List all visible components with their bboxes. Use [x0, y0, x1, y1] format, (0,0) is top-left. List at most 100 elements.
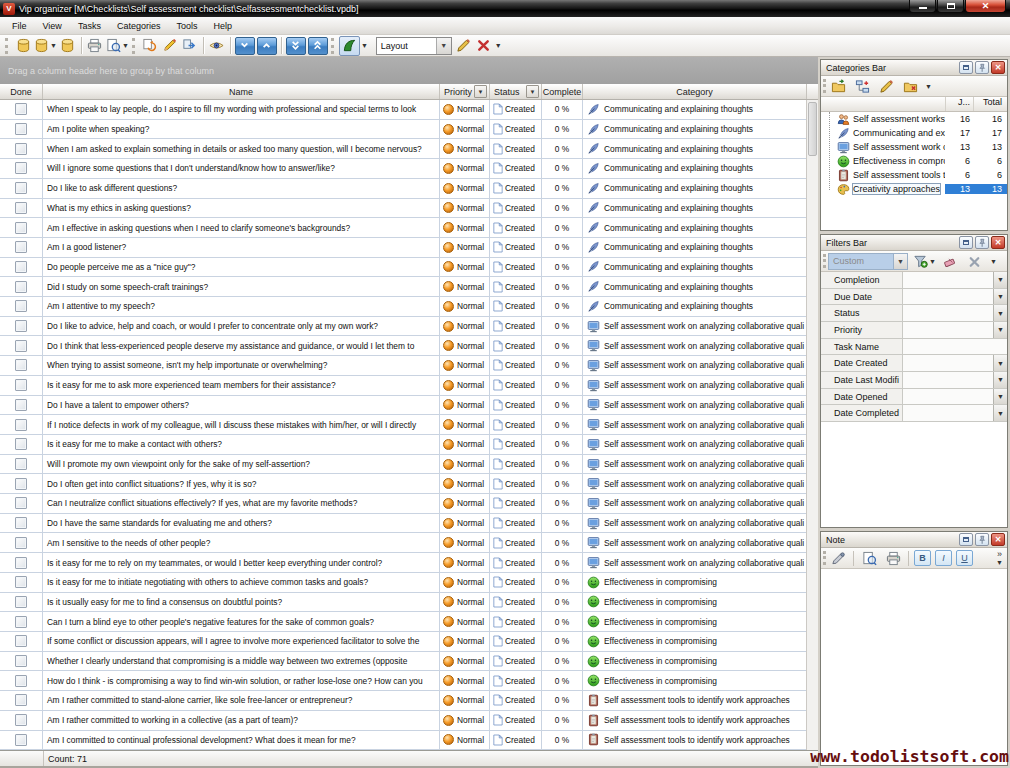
filters-toolbar-overflow[interactable]: ▼	[990, 258, 997, 265]
done-checkbox[interactable]	[15, 103, 27, 115]
clear-filter-button[interactable]	[941, 252, 961, 270]
table-row[interactable]: Am I polite when speaking?NormalCreated0…	[0, 120, 806, 140]
table-row[interactable]: Is it usually easy for me to find a cons…	[0, 593, 806, 613]
category-tree-item[interactable]: Creativity approaches1313	[821, 182, 1007, 196]
column-total[interactable]: Total	[973, 97, 1007, 111]
column-header-complete[interactable]: Complete	[542, 84, 583, 99]
done-checkbox[interactable]	[15, 419, 27, 431]
table-row[interactable]: Do I think that less-experienced people …	[0, 336, 806, 356]
edit-category-button[interactable]	[876, 77, 896, 95]
recurrence-button[interactable]	[140, 36, 160, 56]
highlighter-dropdown[interactable]: ▼	[361, 42, 368, 49]
panel-close-button[interactable]: ✕	[991, 236, 1005, 249]
table-row[interactable]: Is it easy for me to initiate negotiatin…	[0, 573, 806, 593]
panel-pin-button[interactable]	[975, 533, 989, 546]
table-row[interactable]: If some conflict or discussion appears, …	[0, 632, 806, 652]
done-checkbox[interactable]	[15, 596, 27, 608]
table-row[interactable]: Do I like to ask different questions?Nor…	[0, 179, 806, 199]
table-row[interactable]: Is it easy for me to rely on my teammate…	[0, 553, 806, 573]
view-button[interactable]	[207, 36, 227, 56]
done-checkbox[interactable]	[15, 202, 27, 214]
table-row[interactable]: Am I sensitive to the needs of other peo…	[0, 533, 806, 553]
panel-restore-button[interactable]	[959, 61, 973, 74]
new-database-button[interactable]	[13, 36, 33, 56]
done-checkbox[interactable]	[15, 359, 27, 371]
save-database-button[interactable]	[58, 36, 78, 56]
delete-layout-button[interactable]	[474, 36, 494, 56]
table-row[interactable]: What is my ethics in asking questions?No…	[0, 199, 806, 219]
column-header-name[interactable]: Name	[43, 84, 440, 99]
table-row[interactable]: Did I study on some speech-craft trainin…	[0, 277, 806, 297]
table-row[interactable]: When I speak to lay people, do I aspire …	[0, 100, 806, 120]
table-scrollbar[interactable]	[806, 100, 818, 750]
open-database-button[interactable]: ▼	[33, 36, 58, 56]
categories-toolbar-overflow[interactable]: ▼	[925, 83, 932, 90]
filter-value[interactable]	[903, 355, 993, 371]
table-row[interactable]: When trying to assist someone, isn't my …	[0, 356, 806, 376]
filter-dropdown[interactable]: ▼	[993, 372, 1007, 388]
filter-value[interactable]	[903, 305, 993, 321]
done-checkbox[interactable]	[15, 537, 27, 549]
done-checkbox[interactable]	[15, 143, 27, 155]
done-checkbox[interactable]	[15, 635, 27, 647]
filter-dropdown[interactable]: ▼	[993, 389, 1007, 405]
remove-filter-button[interactable]	[965, 252, 985, 270]
table-row[interactable]: Do I have a talent to empower others?Nor…	[0, 396, 806, 416]
edit-layout-button[interactable]	[454, 36, 474, 56]
done-checkbox[interactable]	[15, 399, 27, 411]
scrollbar-thumb[interactable]	[808, 102, 817, 156]
table-row[interactable]: Do people perceive me as a "nice guy"?No…	[0, 258, 806, 278]
panel-close-button[interactable]: ✕	[991, 61, 1005, 74]
done-checkbox[interactable]	[15, 222, 27, 234]
table-row[interactable]: Am I rather committed to working in a co…	[0, 711, 806, 731]
table-row[interactable]: Will I promote my own viewpoint only for…	[0, 455, 806, 475]
filter-value[interactable]	[903, 372, 993, 388]
apply-filter-button[interactable]: ▼	[912, 252, 937, 270]
print-preview-button[interactable]: ▼	[105, 36, 130, 56]
table-row[interactable]: Can I neutralize conflict situations eff…	[0, 494, 806, 514]
done-checkbox[interactable]	[15, 123, 27, 135]
table-row[interactable]: Whether I clearly understand that compro…	[0, 652, 806, 672]
toolbar-overflow[interactable]: ▼	[495, 42, 502, 49]
menu-view[interactable]: View	[35, 19, 70, 33]
move-bottom-button[interactable]	[286, 37, 306, 55]
done-checkbox[interactable]	[15, 438, 27, 450]
edit-task-button[interactable]	[160, 36, 180, 56]
column-header-priority[interactable]: Priority▼	[440, 84, 490, 99]
filter-dropdown[interactable]: ▼	[993, 405, 1007, 421]
table-row[interactable]: How do I think - is compromising a way t…	[0, 671, 806, 691]
done-checkbox[interactable]	[15, 557, 27, 569]
category-tree-item[interactable]: Effectiveness in compro66	[821, 154, 1007, 168]
done-checkbox[interactable]	[15, 340, 27, 352]
table-row[interactable]: Am I effective in asking questions when …	[0, 218, 806, 238]
done-checkbox[interactable]	[15, 734, 27, 746]
move-up-button[interactable]	[257, 37, 277, 55]
panel-pin-button[interactable]	[975, 61, 989, 74]
filter-value[interactable]	[903, 389, 993, 405]
panel-restore-button[interactable]	[959, 533, 973, 546]
group-by-bar[interactable]: Drag a column header here to group by th…	[0, 57, 818, 84]
note-content[interactable]	[821, 569, 1007, 765]
done-checkbox[interactable]	[15, 320, 27, 332]
done-checkbox[interactable]	[15, 162, 27, 174]
done-checkbox[interactable]	[15, 182, 27, 194]
note-toolbar-overflow[interactable]: »▼	[996, 550, 1007, 566]
done-checkbox[interactable]	[15, 281, 27, 293]
panel-close-button[interactable]: ✕	[991, 533, 1005, 546]
underline-button[interactable]: U	[956, 550, 973, 566]
column-j[interactable]: J...	[945, 97, 973, 111]
add-subcategory-button[interactable]	[852, 77, 872, 95]
filter-value[interactable]	[903, 289, 993, 305]
done-checkbox[interactable]	[15, 458, 27, 470]
menu-file[interactable]: File	[4, 19, 35, 33]
menu-categories[interactable]: Categories	[109, 19, 169, 33]
done-checkbox[interactable]	[15, 300, 27, 312]
italic-button[interactable]: I	[935, 550, 952, 566]
table-row[interactable]: When I am asked to explain something in …	[0, 139, 806, 159]
add-category-button[interactable]	[828, 77, 848, 95]
filter-value[interactable]	[903, 339, 1007, 355]
priority-filter-dropdown[interactable]: ▼	[474, 85, 487, 98]
column-header-status[interactable]: Status▼	[490, 84, 542, 99]
minimize-button[interactable]	[909, 0, 936, 13]
table-row[interactable]: Do I like to advice, help and coach, or …	[0, 317, 806, 337]
